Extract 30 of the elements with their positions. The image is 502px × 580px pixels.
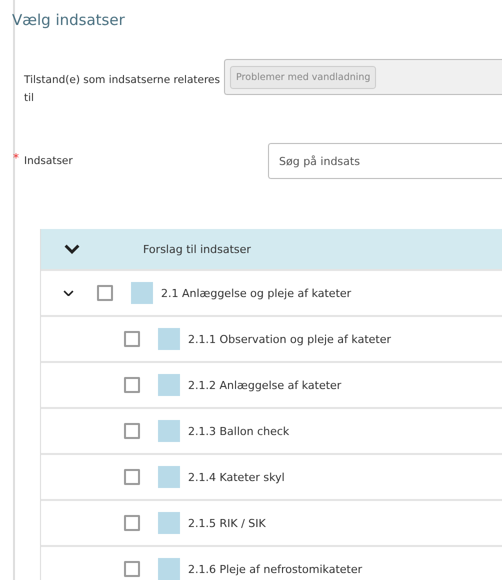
- chevron-icon[interactable]: [63, 290, 74, 296]
- category-icon: [158, 466, 180, 488]
- intervention-label[interactable]: 2.1.1 Observation og pleje af kateter: [188, 332, 392, 346]
- intervention-label[interactable]: 2.1 Anlæggelse og pleje af kateter: [161, 286, 352, 300]
- table-header: Forslag til indsatser: [143, 242, 251, 256]
- checkbox[interactable]: [124, 423, 140, 439]
- checkbox[interactable]: [124, 331, 140, 347]
- category-icon: [158, 374, 180, 396]
- field-label: Indsatser: [24, 154, 74, 169]
- category-icon: [158, 558, 180, 580]
- intervention-label[interactable]: 2.1.4 Kateter skyl: [188, 470, 285, 484]
- page-title: Vælg indsatser: [12, 10, 126, 29]
- checkbox[interactable]: [124, 377, 140, 393]
- intervention-label[interactable]: 2.1.6 Pleje af nefrostomikateter: [188, 562, 362, 576]
- required-marker: *: [13, 151, 19, 165]
- intervention-label[interactable]: 2.1.3 Ballon check: [188, 424, 290, 438]
- checkbox[interactable]: [97, 285, 113, 301]
- checkbox[interactable]: [124, 515, 140, 531]
- checkbox[interactable]: [124, 469, 140, 485]
- category-icon: [158, 420, 180, 442]
- category-icon: [158, 328, 180, 350]
- search-field[interactable]: Søg på indsats: [268, 143, 502, 179]
- field-label: Tilstand(e) som indsatserne relateres til: [24, 73, 221, 106]
- category-icon: [131, 282, 153, 304]
- collapse-icon[interactable]: [64, 244, 80, 254]
- intervention-label[interactable]: 2.1.2 Anlæggelse af kateter: [188, 378, 342, 392]
- category-icon: [158, 512, 180, 534]
- intervention-label[interactable]: 2.1.5 RIK / SIK: [188, 516, 266, 530]
- condition-tag: Problemer med vandladning: [230, 66, 376, 88]
- checkbox[interactable]: [124, 561, 140, 577]
